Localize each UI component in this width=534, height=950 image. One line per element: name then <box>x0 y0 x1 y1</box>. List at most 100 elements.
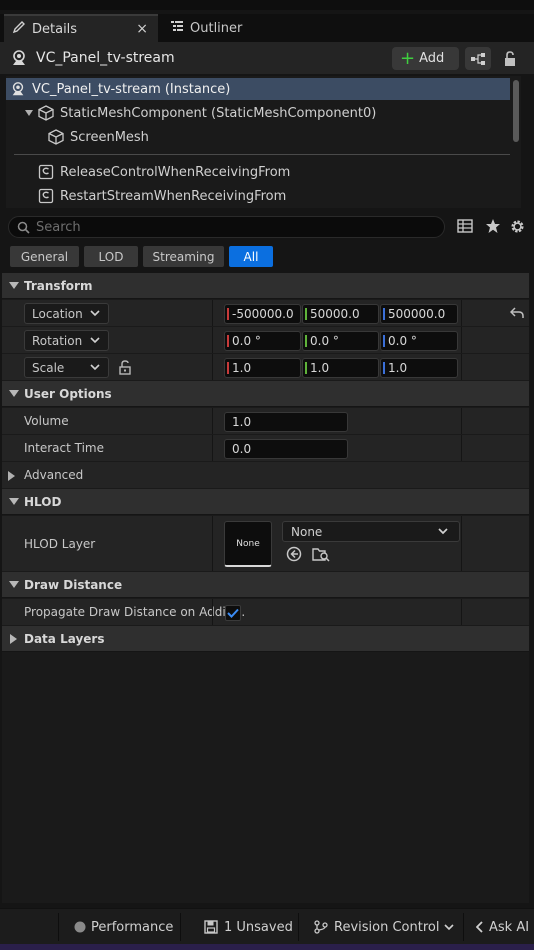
search-input[interactable] <box>36 219 416 235</box>
axis-z-marker <box>383 335 385 347</box>
interact-time-input[interactable]: 0.0 <box>224 439 348 459</box>
column-divider <box>212 435 213 461</box>
volume-label: Volume <box>24 414 69 428</box>
property-row-advanced[interactable]: Advanced <box>2 462 529 489</box>
category-data-layers[interactable]: Data Layers <box>2 626 529 652</box>
property-row-rotation: Rotation 0.0 ° 0.0 ° 0.0 ° <box>2 327 529 354</box>
category-draw-distance[interactable]: Draw Distance <box>2 572 529 598</box>
scale-y-input[interactable]: 1.0 <box>302 358 379 378</box>
tree-divider <box>14 154 510 155</box>
rotation-mode-dropdown[interactable]: Rotation <box>24 330 109 351</box>
chevron-down-icon <box>444 922 455 932</box>
script-component-icon <box>38 188 54 204</box>
location-z-value: 500000.0 <box>388 307 446 321</box>
category-user-options[interactable]: User Options <box>2 381 529 407</box>
checkmark-icon <box>227 608 239 618</box>
propagate-checkbox[interactable] <box>225 605 241 621</box>
rotation-z-value: 0.0 ° <box>388 334 417 348</box>
tree-item-release-control[interactable]: ReleaseControlWhenReceivingFrom <box>6 161 510 183</box>
star-icon[interactable] <box>485 218 501 237</box>
status-divider <box>58 913 59 941</box>
property-row-propagate-draw-distance: Propagate Draw Distance on Additi... <box>2 599 529 626</box>
hlod-layer-value: None <box>291 524 323 539</box>
rotation-y-value: 0.0 ° <box>310 334 339 348</box>
status-divider <box>298 913 299 941</box>
scale-x-input[interactable]: 1.0 <box>224 358 301 378</box>
column-divider <box>461 435 462 461</box>
add-component-button[interactable]: + Add <box>392 47 459 70</box>
tree-item-screenmesh[interactable]: ScreenMesh <box>6 126 510 148</box>
column-divider <box>461 516 462 571</box>
unsaved-button[interactable]: 1 Unsaved <box>204 909 293 945</box>
tree-item-instance[interactable]: VC_Panel_tv-stream (Instance) <box>6 78 510 100</box>
filter-all[interactable]: All <box>229 246 273 267</box>
interact-time-label: Interact Time <box>24 441 105 455</box>
chevron-down-icon <box>90 307 100 321</box>
tab-outliner-label: Outliner <box>190 20 243 36</box>
chevron-down-icon <box>437 525 449 540</box>
outliner-icon <box>170 19 184 37</box>
hlod-asset-thumbnail[interactable]: None <box>224 521 272 567</box>
tree-scrollbar[interactable] <box>513 80 519 142</box>
axis-x-marker <box>227 335 229 347</box>
category-transform[interactable]: Transform <box>2 273 529 299</box>
chevron-down-icon[interactable] <box>24 108 34 118</box>
chevron-down-icon <box>4 497 24 506</box>
property-row-scale: Scale 1.0 1.0 1.0 <box>2 354 529 381</box>
category-label: Draw Distance <box>24 577 123 592</box>
tree-item-label: StaticMeshComponent (StaticMeshComponent… <box>60 105 377 121</box>
hlod-layer-dropdown[interactable]: None <box>282 521 460 542</box>
blueprint-button[interactable] <box>465 47 491 70</box>
tree-item-label: VC_Panel_tv-stream (Instance) <box>32 81 231 97</box>
location-y-value: 50000.0 <box>310 307 360 321</box>
axis-x-marker <box>227 308 229 320</box>
hlod-layer-label: HLOD Layer <box>24 537 96 551</box>
location-y-input[interactable]: 50000.0 <box>302 304 379 324</box>
filter-streaming[interactable]: Streaming <box>143 246 224 267</box>
filter-lod[interactable]: LOD <box>84 246 138 267</box>
status-divider <box>180 913 181 941</box>
lock-icon[interactable] <box>499 48 521 70</box>
component-tree: VC_Panel_tv-stream (Instance) StaticMesh… <box>6 76 521 208</box>
save-icon <box>204 920 218 934</box>
properties-panel: Transform Location -500000.0 50000.0 500… <box>2 273 529 903</box>
location-x-input[interactable]: -500000.0 <box>224 304 301 324</box>
axis-y-marker <box>305 335 307 347</box>
tab-bar: Details × Outliner <box>0 14 534 42</box>
performance-button[interactable]: Performance <box>74 909 173 945</box>
table-view-icon[interactable] <box>457 218 473 237</box>
location-z-input[interactable]: 500000.0 <box>380 304 458 324</box>
column-divider <box>461 300 462 326</box>
unlock-icon[interactable] <box>118 360 132 378</box>
plus-icon: + <box>400 47 416 69</box>
search-box <box>8 216 445 238</box>
rotation-y-input[interactable]: 0.0 ° <box>302 331 379 351</box>
chevron-right-icon <box>8 470 16 484</box>
close-icon[interactable]: × <box>136 21 148 37</box>
location-mode-dropdown[interactable]: Location <box>24 303 109 324</box>
tree-item-staticmeshcomponent[interactable]: StaticMeshComponent (StaticMeshComponent… <box>6 102 510 124</box>
use-selected-icon[interactable] <box>286 546 302 565</box>
filter-general[interactable]: General <box>10 246 79 267</box>
tree-item-restart-stream[interactable]: RestartStreamWhenReceivingFrom <box>6 185 510 207</box>
rotation-z-input[interactable]: 0.0 ° <box>380 331 458 351</box>
ask-ai-button[interactable]: Ask AI <box>476 909 529 945</box>
revision-control-label: Revision Control <box>334 919 440 935</box>
browse-asset-icon[interactable] <box>312 546 330 565</box>
column-divider <box>461 354 462 380</box>
rotation-x-input[interactable]: 0.0 ° <box>224 331 301 351</box>
tree-item-label: ScreenMesh <box>70 129 149 145</box>
column-divider <box>212 327 213 353</box>
unsaved-label: 1 Unsaved <box>224 919 293 935</box>
revision-control-button[interactable]: Revision Control <box>314 909 455 945</box>
gear-icon[interactable] <box>509 218 526 238</box>
reset-to-default-icon[interactable] <box>509 307 524 322</box>
scale-z-input[interactable]: 1.0 <box>380 358 458 378</box>
category-hlod[interactable]: HLOD <box>2 489 529 515</box>
chevron-down-icon <box>4 389 24 398</box>
tab-outliner[interactable]: Outliner <box>162 14 282 42</box>
volume-input[interactable]: 1.0 <box>224 412 348 432</box>
search-icon <box>17 221 30 234</box>
tab-details[interactable]: Details × <box>4 14 158 42</box>
scale-mode-dropdown[interactable]: Scale <box>24 357 109 378</box>
